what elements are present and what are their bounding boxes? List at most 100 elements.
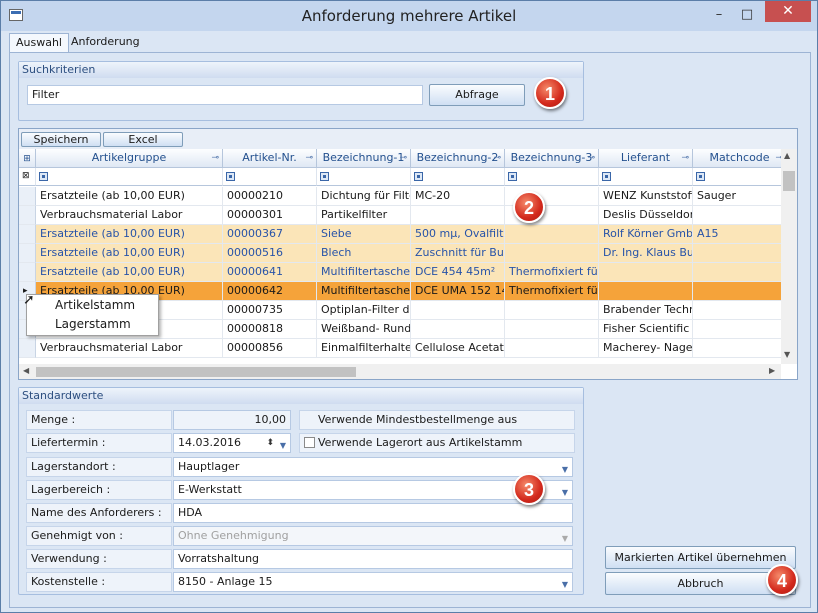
table-cell[interactable]: Rolf Körner Gmb <box>599 225 693 244</box>
filter-cell[interactable] <box>505 168 599 186</box>
column-chooser-icon[interactable]: ⊞ <box>19 149 36 168</box>
pin-icon[interactable]: ⊸ <box>211 149 219 167</box>
column-header[interactable]: Lieferant ⊸ <box>599 149 693 168</box>
filter-icon[interactable] <box>508 172 517 181</box>
filter-cell[interactable] <box>693 168 787 186</box>
table-cell[interactable]: Optiplan-Filter d <box>317 301 411 320</box>
table-cell[interactable]: 00000856 <box>223 339 317 358</box>
table-cell[interactable]: 00000818 <box>223 320 317 339</box>
table-cell[interactable] <box>599 282 693 301</box>
filter-icon[interactable] <box>320 172 329 181</box>
column-header[interactable]: Artikel-Nr. ⊸ <box>223 149 317 168</box>
chevron-down-icon[interactable]: ▼ <box>562 461 568 479</box>
table-cell[interactable]: 500 mμ, Ovalfilter <box>411 225 505 244</box>
table-cell[interactable]: A15 <box>693 225 787 244</box>
table-cell[interactable]: Zuschnitt für Busc <box>411 244 505 263</box>
accept-article-button[interactable]: Markierten Artikel übernehmen <box>605 546 796 569</box>
filter-clear-icon[interactable]: ⊠ <box>19 168 36 186</box>
table-cell[interactable]: Verbrauchsmaterial Labor <box>36 339 223 358</box>
table-cell[interactable]: Sauger <box>693 187 787 206</box>
table-cell[interactable]: MC-20 <box>411 187 505 206</box>
table-cell[interactable]: Ersatzteile (ab 10,00 EUR) <box>36 244 223 263</box>
table-cell[interactable]: 00000735 <box>223 301 317 320</box>
table-cell[interactable] <box>599 263 693 282</box>
table-cell[interactable]: Ersatzteile (ab 10,00 EUR) <box>36 225 223 244</box>
table-cell[interactable]: Partikelfilter <box>317 206 411 225</box>
table-cell[interactable]: DCE 454 45m² <box>411 263 505 282</box>
table-cell[interactable]: Blech <box>317 244 411 263</box>
table-cell[interactable]: Thermofixiert für <box>505 263 599 282</box>
table-cell[interactable]: Verbrauchsmaterial Labor <box>36 206 223 225</box>
close-button[interactable]: ✕ <box>765 1 811 22</box>
filter-input[interactable]: Filter <box>27 85 423 105</box>
spinner-icon[interactable]: ⬍ <box>266 434 274 452</box>
filter-cell[interactable] <box>411 168 505 186</box>
table-cell[interactable]: 00000642 <box>223 282 317 301</box>
menu-item-artikelstamm[interactable]: Artikelstamm <box>55 298 135 312</box>
table-cell[interactable] <box>505 244 599 263</box>
table-cell[interactable]: Dichtung für Filte <box>317 187 411 206</box>
tab-auswahl[interactable]: Auswahl <box>9 33 69 52</box>
anforderer-input[interactable]: HDA <box>173 503 573 523</box>
table-cell[interactable]: Multifiltertaschen <box>317 263 411 282</box>
table-cell[interactable] <box>505 320 599 339</box>
filter-cell[interactable] <box>599 168 693 186</box>
menu-item-lagerstamm[interactable]: Lagerstamm <box>55 317 131 331</box>
row-indicator[interactable] <box>19 263 36 282</box>
kostenstelle-select[interactable]: 8150 - Anlage 15 ▼ <box>173 572 573 592</box>
table-cell[interactable]: Macherey- Nagel <box>599 339 693 358</box>
table-cell[interactable] <box>693 206 787 225</box>
horizontal-scrollbar[interactable]: ◀ ▶ <box>19 364 781 379</box>
pin-icon[interactable]: ⊸ <box>305 149 313 167</box>
maximize-button[interactable]: □ <box>734 5 760 25</box>
vertical-scrollbar[interactable]: ▲ ▼ <box>781 149 797 364</box>
table-cell[interactable]: Cellulose Acetat <box>411 339 505 358</box>
table-cell[interactable]: 00000210 <box>223 187 317 206</box>
table-cell[interactable]: Deslis Düsseldorf <box>599 206 693 225</box>
table-cell[interactable] <box>411 206 505 225</box>
table-cell[interactable]: Dr. Ing. Klaus Bus <box>599 244 693 263</box>
table-cell[interactable] <box>693 244 787 263</box>
table-cell[interactable]: Brabender Techn <box>599 301 693 320</box>
table-cell[interactable]: Fisher Scientific G <box>599 320 693 339</box>
table-cell[interactable]: DCE UMA 152 14 <box>411 282 505 301</box>
row-indicator[interactable] <box>19 225 36 244</box>
table-cell[interactable]: Weißband- Rundf <box>317 320 411 339</box>
column-header[interactable]: Bezeichnung-3 ⊸ <box>505 149 599 168</box>
table-cell[interactable] <box>505 225 599 244</box>
column-header[interactable]: Bezeichnung-1 ⊸ <box>317 149 411 168</box>
table-cell[interactable] <box>693 301 787 320</box>
table-cell[interactable]: 00000516 <box>223 244 317 263</box>
filter-cell[interactable] <box>36 168 223 186</box>
table-cell[interactable] <box>411 320 505 339</box>
row-indicator[interactable] <box>19 339 36 358</box>
row-indicator[interactable] <box>19 206 36 225</box>
filter-icon[interactable] <box>696 172 705 181</box>
table-cell[interactable]: 00000367 <box>223 225 317 244</box>
filter-icon[interactable] <box>602 172 611 181</box>
filter-cell[interactable] <box>317 168 411 186</box>
filter-cell[interactable] <box>223 168 317 186</box>
query-button[interactable]: Abfrage <box>429 84 525 106</box>
column-header[interactable]: Matchcode ⊸ <box>693 149 787 168</box>
filter-icon[interactable] <box>226 172 235 181</box>
column-header[interactable]: Bezeichnung-2 ⊸ <box>411 149 505 168</box>
save-button[interactable]: Speichern <box>21 132 101 147</box>
tab-anforderung[interactable]: Anforderung <box>65 33 146 52</box>
verwendung-input[interactable]: Vorratshaltung <box>173 549 573 569</box>
filter-icon[interactable] <box>39 172 48 181</box>
table-cell[interactable]: WENZ Kunststoff <box>599 187 693 206</box>
table-cell[interactable]: 00000301 <box>223 206 317 225</box>
pin-icon[interactable]: ⊸ <box>681 149 689 167</box>
table-cell[interactable]: Ersatzteile (ab 10,00 EUR) <box>36 263 223 282</box>
column-header[interactable]: Artikelgruppe ⊸ <box>36 149 223 168</box>
liefertermin-field[interactable]: 14.03.2016 ⬍ ▼ <box>173 433 291 453</box>
table-cell[interactable]: Multifiltertaschen <box>317 282 411 301</box>
table-cell[interactable]: Siebe <box>317 225 411 244</box>
table-cell[interactable]: Thermofixiert für <box>505 282 599 301</box>
chevron-down-icon[interactable]: ▼ <box>280 437 286 455</box>
table-cell[interactable] <box>505 339 599 358</box>
table-cell[interactable] <box>411 301 505 320</box>
lagerort-checkbox[interactable] <box>304 437 315 448</box>
table-cell[interactable]: Einmalfilterhalter <box>317 339 411 358</box>
